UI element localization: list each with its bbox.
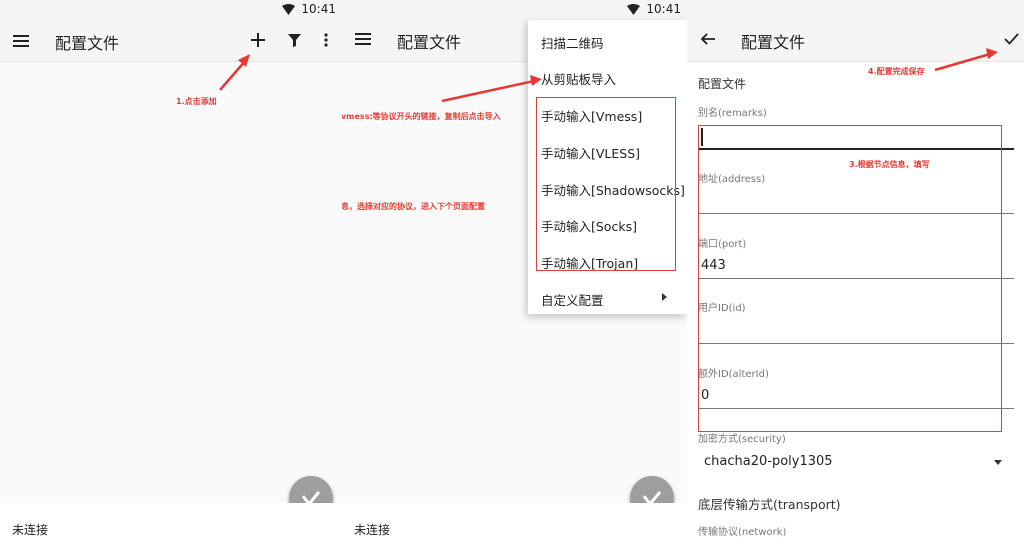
annotation-manual: 2.2 具体的协议信息，选择对应的协议，进入下个页面配置 <box>342 202 485 211</box>
dropdown-icon[interactable] <box>994 460 1002 465</box>
annotation-arrow-clipboard <box>441 75 542 103</box>
section-title-transport: 底层传输方式(transport) <box>698 497 841 512</box>
chevron-right-icon <box>662 293 667 301</box>
annotation-arrow-save <box>934 48 998 72</box>
screen-profile-list: 10:41 配置文件 1.点击添加 未连接 <box>0 0 342 551</box>
field-label-security: 加密方式(security) <box>698 434 786 445</box>
annotation-clipboard: 2.1 以vmess:等协议开头的链接，复制后点击导入 <box>342 112 501 121</box>
field-label-network: 传输协议(network) <box>698 527 787 538</box>
annotation-fill: 3.根据节点信息，填写 <box>849 160 930 169</box>
connection-status-bar[interactable]: 未连接 <box>0 503 342 551</box>
annotation-save: 4.配置完成保存 <box>868 67 925 76</box>
menu-item-custom-config[interactable]: 自定义配置 <box>541 290 604 309</box>
screen-add-menu: 10:41 配置文件 扫描二维码 从剪贴板导入 手动输入[Vmess] 手动输入… <box>342 0 687 551</box>
annotation-arrow-add <box>219 54 250 91</box>
connection-status: 未连接 <box>354 523 391 537</box>
security-select[interactable]: chacha20-poly1305 <box>704 454 833 469</box>
connection-status-bar[interactable]: 未连接 <box>342 503 687 551</box>
screen-profile-edit: 配置文件 配置文件 别名(remarks) 地址(address) 端口(por… <box>687 0 1024 551</box>
annotation-add: 1.点击添加 <box>176 97 217 106</box>
connection-status: 未连接 <box>12 523 49 537</box>
annotation-box-fields <box>698 125 1002 432</box>
